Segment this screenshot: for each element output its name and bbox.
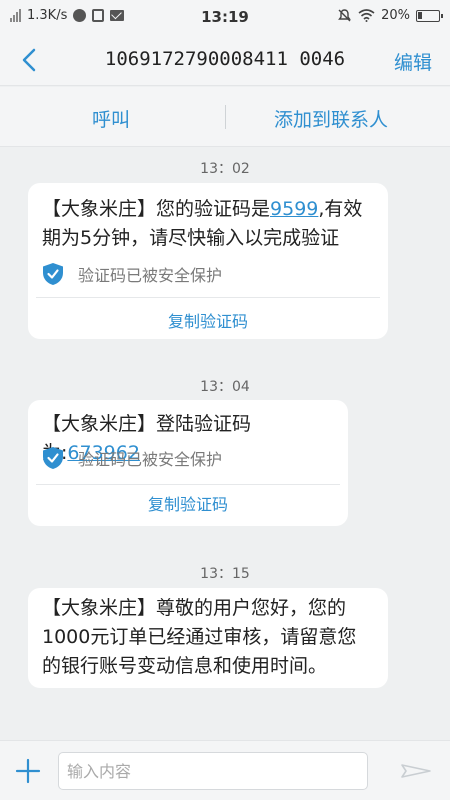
shield-check-icon: [43, 263, 63, 285]
security-notice-text: 验证码已被安全保护: [78, 450, 223, 469]
security-notice-text: 验证码已被安全保护: [78, 266, 223, 285]
title-bar: 1069172790008411 0046 编辑: [0, 34, 450, 86]
message-bubble: 【大象米庄】尊敬的用户您好，您的1000元订单已经通过审核，请留意您的银行账号变…: [28, 588, 388, 688]
edit-button[interactable]: 编辑: [394, 48, 432, 75]
battery-icon: [416, 9, 443, 22]
send-icon: [401, 764, 431, 778]
copy-code-button[interactable]: 复制验证码: [28, 485, 348, 515]
sms-conversation-screen: 1.3K/s 13:19 20% 1069172790008411 0046 编…: [0, 0, 450, 800]
message-text: 【大象米庄】尊敬的用户您好，您的1000元订单已经通过审核，请留意您的银行账号变…: [42, 597, 357, 677]
message-timestamp: 13：04: [200, 379, 250, 395]
copy-code-button[interactable]: 复制验证码: [28, 298, 388, 332]
call-button[interactable]: 呼叫: [92, 105, 130, 132]
plus-icon: [15, 758, 41, 784]
status-bar: 1.3K/s 13:19 20%: [0, 0, 450, 34]
security-notice: 验证码已被安全保护: [28, 255, 388, 293]
contact-actions: 呼叫 添加到联系人: [0, 87, 450, 147]
message-text: 【大象米庄】登陆验证码为:673962: [28, 400, 348, 464]
conversation-title: 1069172790008411 0046: [104, 48, 346, 70]
message-text: 【大象米庄】您的验证码是9599,有效期为5分钟，请尽快输入以完成验证: [28, 183, 388, 255]
wifi-icon: [358, 9, 375, 22]
attach-button[interactable]: [14, 757, 42, 785]
message-timestamp: 13：15: [200, 566, 250, 582]
shield-check-icon: [43, 447, 63, 469]
message-input[interactable]: [58, 752, 368, 790]
verification-code-link[interactable]: 9599: [270, 198, 318, 220]
add-contact-button[interactable]: 添加到联系人: [274, 105, 388, 132]
actions-divider: [225, 105, 226, 129]
message-bubble: 【大象米庄】登陆验证码为:673962 验证码已被安全保护 复制验证码: [28, 400, 348, 526]
message-prefix: 【大象米庄】您的验证码是: [42, 198, 271, 220]
battery-percent: 20%: [381, 8, 410, 23]
send-button[interactable]: [396, 757, 436, 785]
mute-icon: [338, 9, 351, 22]
message-bubble: 【大象米庄】您的验证码是9599,有效期为5分钟，请尽快输入以完成验证 验证码已…: [28, 183, 388, 339]
message-timestamp: 13：02: [200, 161, 250, 177]
compose-bar: [0, 740, 450, 800]
status-right: 20%: [337, 8, 443, 23]
